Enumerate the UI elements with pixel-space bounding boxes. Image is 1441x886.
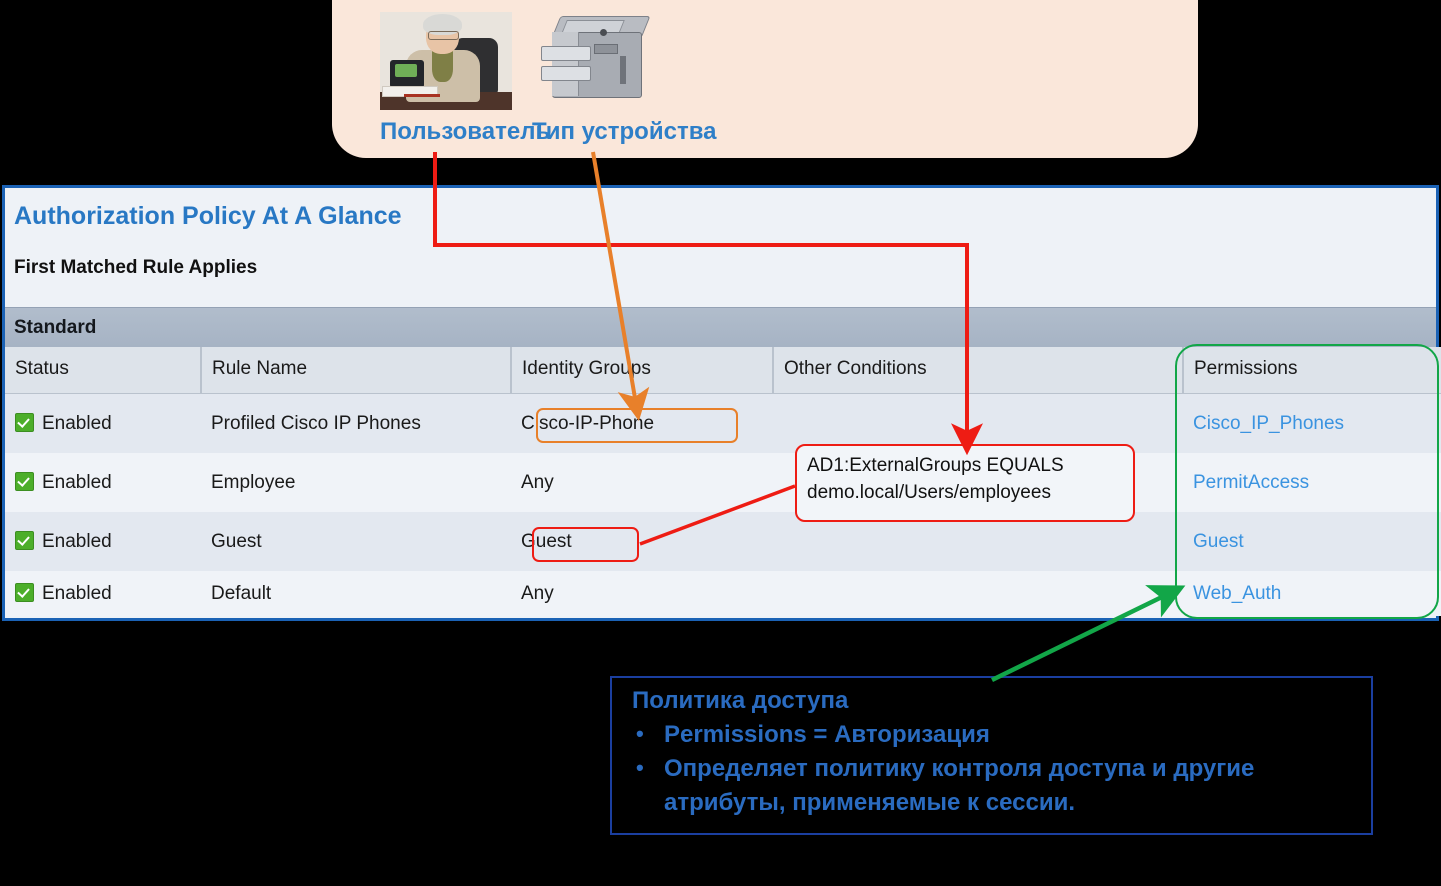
- list-item: Определяет политику контроля доступа и д…: [620, 751, 1380, 820]
- cell-status: Enabled: [5, 512, 201, 571]
- cell-permissions[interactable]: Web_Auth: [1183, 571, 1441, 616]
- ad1-callout-line2: demo.local/Users/employees: [807, 482, 1051, 503]
- cell-permissions[interactable]: Cisco_IP_Phones: [1183, 393, 1441, 453]
- column-header-other-conditions[interactable]: Other Conditions: [773, 347, 1184, 394]
- other-conditions-callout: AD1:ExternalGroups EQUALS demo.local/Use…: [795, 444, 1135, 522]
- callout-labels: Пользователь Тип устройства: [352, 118, 912, 158]
- cell-identity-groups: Cisco-IP-Phone: [511, 393, 773, 453]
- cell-identity-groups: Any: [511, 571, 773, 616]
- table-row[interactable]: Enabled Guest Guest Guest: [5, 512, 1441, 571]
- standard-section-header[interactable]: Standard: [5, 307, 1436, 348]
- user-label: Пользователь: [380, 118, 551, 145]
- printer-icon: [541, 16, 654, 108]
- panel-subtitle: First Matched Rule Applies: [14, 257, 258, 278]
- authorization-policy-panel: Authorization Policy At A Glance First M…: [2, 185, 1441, 621]
- callout-illustrations: Пользователь Тип устройства: [352, 10, 912, 145]
- top-callout-panel: Пользователь Тип устройства: [332, 0, 1198, 158]
- enabled-checkbox-icon[interactable]: [15, 471, 34, 491]
- standard-section-label: Standard: [14, 317, 97, 338]
- cell-identity-groups: Guest: [511, 512, 773, 571]
- ad1-callout-line1: AD1:ExternalGroups EQUALS: [807, 455, 1064, 476]
- column-header-permissions[interactable]: Permissions: [1183, 347, 1441, 394]
- status-label: Enabled: [42, 582, 112, 604]
- list-item: Permissions = Авторизация: [620, 717, 1380, 752]
- cell-other-conditions: [773, 571, 1183, 616]
- enabled-checkbox-icon[interactable]: [15, 582, 34, 602]
- bottom-box-bullet-list: Permissions = Авторизация Определяет пол…: [620, 717, 1380, 820]
- column-header-status[interactable]: Status: [5, 347, 202, 394]
- status-label: Enabled: [42, 412, 112, 434]
- status-label: Enabled: [42, 471, 112, 493]
- enabled-checkbox-icon[interactable]: [15, 530, 34, 550]
- cell-status: Enabled: [5, 571, 201, 616]
- person-at-desk-icon: [380, 12, 512, 110]
- page-title: Authorization Policy At A Glance: [14, 202, 402, 230]
- table-row[interactable]: Enabled Default Any Web_Auth: [5, 571, 1441, 616]
- status-label: Enabled: [42, 530, 112, 552]
- column-header-identity-groups[interactable]: Identity Groups: [511, 347, 774, 394]
- bottom-description-text: Политика доступа Permissions = Авторизац…: [620, 684, 1380, 820]
- policy-table: Status Rule Name Identity Groups Other C…: [5, 347, 1441, 616]
- cell-permissions[interactable]: PermitAccess: [1183, 453, 1441, 512]
- enabled-checkbox-icon[interactable]: [15, 412, 34, 432]
- cell-rule-name: Profiled Cisco IP Phones: [201, 393, 511, 453]
- table-row[interactable]: Enabled Employee Any PermitAccess: [5, 453, 1441, 512]
- cell-status: Enabled: [5, 393, 201, 453]
- bottom-box-title: Политика доступа: [632, 687, 849, 714]
- table-row[interactable]: Enabled Profiled Cisco IP Phones Cisco-I…: [5, 393, 1441, 453]
- table-header-row: Status Rule Name Identity Groups Other C…: [5, 347, 1441, 394]
- column-header-rule-name[interactable]: Rule Name: [201, 347, 512, 394]
- cell-permissions[interactable]: Guest: [1183, 512, 1441, 571]
- cell-status: Enabled: [5, 453, 201, 512]
- cell-identity-groups: Any: [511, 453, 773, 512]
- device-type-label: Тип устройства: [532, 118, 717, 145]
- cell-rule-name: Guest: [201, 512, 511, 571]
- cell-rule-name: Default: [201, 571, 511, 616]
- cell-rule-name: Employee: [201, 453, 511, 512]
